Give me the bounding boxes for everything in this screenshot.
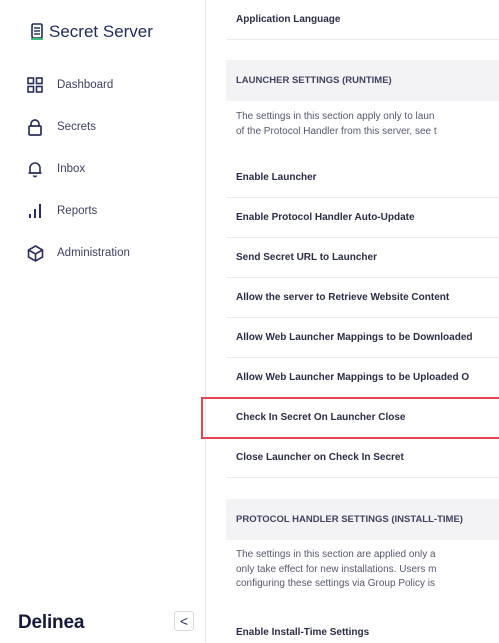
bell-icon bbox=[26, 160, 44, 178]
lock-icon bbox=[26, 118, 44, 136]
setting-label: Allow Web Launcher Mappings to be Downlo… bbox=[236, 332, 473, 343]
sidebar-item-reports[interactable]: Reports bbox=[26, 190, 201, 232]
section-title: LAUNCHER SETTINGS (RUNTIME) bbox=[236, 75, 392, 86]
description-line: The settings in this section apply only … bbox=[236, 111, 435, 122]
section-description-launcher: The settings in this section apply only … bbox=[236, 110, 499, 139]
sidebar-item-dashboard[interactable]: Dashboard bbox=[26, 64, 201, 106]
settings-panel: Application Language LAUNCHER SETTINGS (… bbox=[226, 0, 499, 643]
section-title: PROTOCOL HANDLER SETTINGS (INSTALL-TIME) bbox=[236, 514, 463, 525]
description-line: configuring these settings via Group Pol… bbox=[236, 578, 435, 589]
setting-row-protocol-handler-auto-update[interactable]: Enable Protocol Handler Auto-Update bbox=[226, 198, 499, 238]
brand[interactable]: Secret Server bbox=[30, 22, 153, 42]
setting-row-close-launcher-on-check-in[interactable]: Close Launcher on Check In Secret bbox=[226, 438, 499, 478]
section-header-launcher: LAUNCHER SETTINGS (RUNTIME) bbox=[226, 60, 499, 101]
section-description-protocol-handler: The settings in this section are applied… bbox=[236, 548, 499, 592]
description-line: only take effect for new installations. … bbox=[236, 563, 437, 575]
setting-row-enable-install-time-settings[interactable]: Enable Install-Time Settings bbox=[226, 612, 499, 643]
sidebar-item-label: Dashboard bbox=[57, 79, 114, 91]
brand-name: Secret Server bbox=[49, 22, 153, 41]
setting-row-enable-launcher[interactable]: Enable Launcher bbox=[226, 158, 499, 198]
collapse-sidebar-button[interactable]: < bbox=[174, 611, 194, 631]
setting-label: Application Language bbox=[236, 14, 341, 25]
setting-row-check-in-secret-on-close[interactable]: Check In Secret On Launcher Close bbox=[226, 398, 499, 438]
setting-label: Send Secret URL to Launcher bbox=[236, 252, 377, 263]
setting-label: Enable Launcher bbox=[236, 172, 317, 183]
dashboard-icon bbox=[26, 76, 44, 94]
setting-row-application-language[interactable]: Application Language bbox=[226, 0, 499, 40]
description-line: The settings in this section are applied… bbox=[236, 549, 436, 560]
setting-row-mappings-downloaded[interactable]: Allow Web Launcher Mappings to be Downlo… bbox=[226, 318, 499, 358]
bar-chart-icon bbox=[26, 202, 44, 220]
setting-row-mappings-uploaded[interactable]: Allow Web Launcher Mappings to be Upload… bbox=[226, 358, 499, 398]
sidebar-item-label: Administration bbox=[57, 247, 130, 259]
secret-server-icon bbox=[30, 23, 44, 41]
chevron-left-icon: < bbox=[179, 613, 189, 629]
setting-label: Enable Install-Time Settings bbox=[236, 626, 370, 638]
setting-row-retrieve-website-content[interactable]: Allow the server to Retrieve Website Con… bbox=[226, 278, 499, 318]
setting-label: Allow the server to Retrieve Website Con… bbox=[236, 292, 450, 303]
sidebar-item-label: Inbox bbox=[57, 163, 86, 175]
setting-label: Close Launcher on Check In Secret bbox=[236, 452, 404, 463]
setting-label: Check In Secret On Launcher Close bbox=[236, 412, 406, 423]
setting-label: Enable Protocol Handler Auto-Update bbox=[236, 212, 415, 223]
sidebar-item-secrets[interactable]: Secrets bbox=[26, 106, 201, 148]
section-header-protocol-handler: PROTOCOL HANDLER SETTINGS (INSTALL-TIME) bbox=[226, 499, 499, 540]
cube-icon bbox=[26, 244, 44, 262]
sidebar-item-inbox[interactable]: Inbox bbox=[26, 148, 201, 190]
sidebar: Secret Server Dashboard Secrets Inbox Re… bbox=[0, 0, 206, 643]
description-line: of the Protocol Handler from this server… bbox=[236, 125, 437, 137]
setting-row-send-secret-url[interactable]: Send Secret URL to Launcher bbox=[226, 238, 499, 278]
sidebar-item-label: Reports bbox=[57, 205, 98, 217]
setting-label: Allow Web Launcher Mappings to be Upload… bbox=[236, 372, 470, 383]
sidebar-nav: Dashboard Secrets Inbox Reports Administ… bbox=[26, 64, 201, 274]
delinea-logo: Delinea bbox=[18, 612, 85, 633]
sidebar-item-label: Secrets bbox=[57, 121, 96, 133]
sidebar-item-administration[interactable]: Administration bbox=[26, 232, 201, 274]
